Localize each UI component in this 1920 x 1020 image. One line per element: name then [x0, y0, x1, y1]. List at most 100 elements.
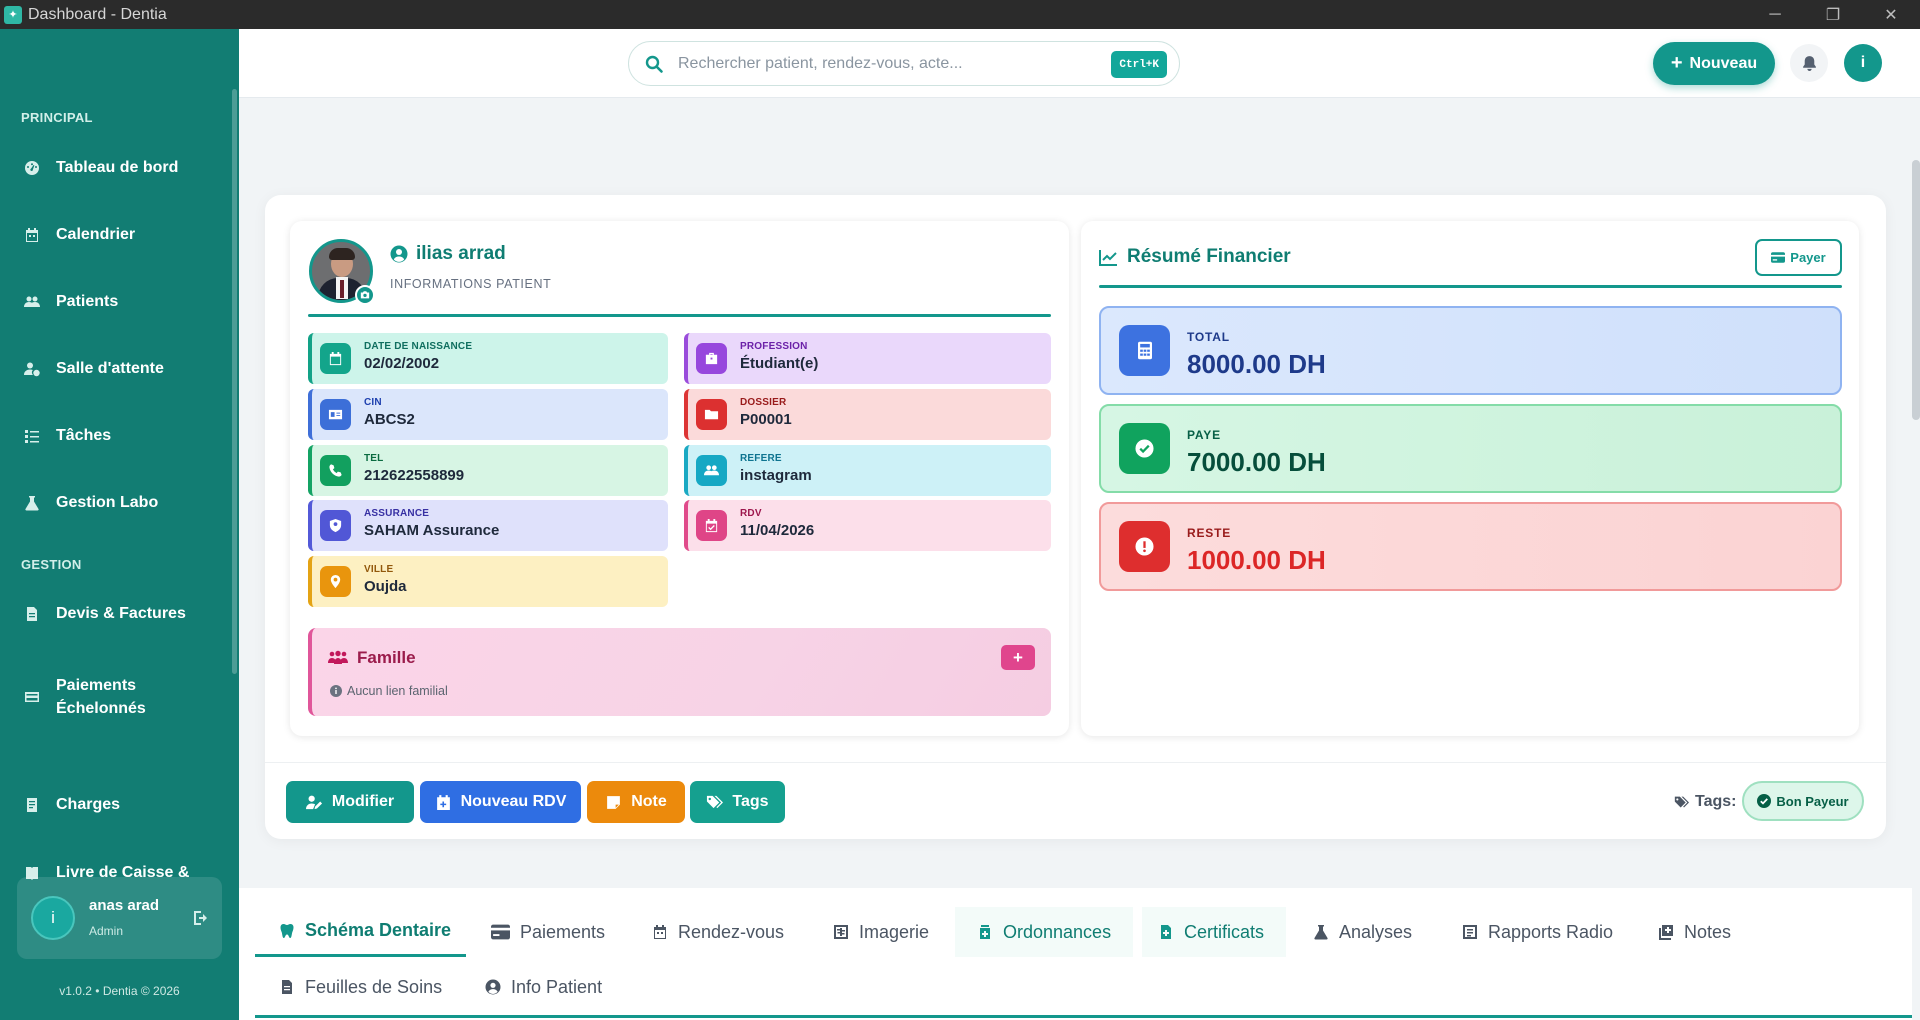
minimize-icon[interactable]: ─ — [1746, 0, 1804, 29]
sidebar-item-label: Tableau de bord — [56, 159, 179, 176]
notifications-button[interactable] — [1790, 44, 1828, 82]
calendar-icon — [22, 225, 42, 245]
money-icon — [1771, 252, 1786, 263]
field-profession: PROFESSION Étudiant(e) — [684, 333, 1051, 384]
new-appointment-button[interactable]: Nouveau RDV — [420, 781, 581, 823]
add-family-button[interactable]: + — [1001, 645, 1035, 670]
field-refere: REFERE instagram — [684, 445, 1051, 496]
pay-button[interactable]: Payer — [1755, 239, 1842, 276]
close-icon[interactable]: ✕ — [1862, 0, 1920, 29]
tab-schema-dentaire[interactable]: Schéma Dentaire — [255, 907, 466, 957]
window-titlebar: ✦ Dashboard - Dentia ─ ❐ ✕ — [0, 0, 1920, 29]
global-search[interactable]: Ctrl+K — [628, 41, 1180, 86]
financial-title: Résumé Financier — [1099, 246, 1291, 268]
tags-icon — [707, 795, 724, 808]
tab-imagerie[interactable]: Imagerie — [833, 907, 929, 957]
card-icon — [22, 687, 42, 707]
search-input[interactable] — [678, 54, 1078, 73]
famille-section: Famille Aucun lien familial + — [308, 628, 1051, 716]
user-role: Admin — [89, 924, 124, 938]
app-tooth-icon: ✦ — [4, 5, 22, 24]
calendar-icon — [654, 925, 666, 939]
sidebar-item-dashboard[interactable]: Tableau de bord — [22, 158, 222, 178]
divider — [308, 314, 1051, 317]
receipt-icon — [22, 795, 42, 815]
total-box: TOTAL 8000.00 DH — [1099, 306, 1842, 395]
tab-certificats[interactable]: Certificats — [1142, 907, 1287, 957]
info-icon — [330, 685, 342, 697]
tabs-underline — [255, 1015, 1912, 1018]
briefcase-icon — [696, 343, 727, 374]
check-circle-icon — [1757, 794, 1772, 808]
sidebar-item-waiting-room[interactable]: Salle d'attente — [22, 359, 222, 379]
financial-summary-card: Résumé Financier Payer TOTAL 8000.00 DH … — [1081, 221, 1859, 736]
sidebar-item-label: Gestion Labo — [56, 494, 159, 511]
dashboard-icon — [22, 158, 42, 178]
sidebar-item-invoices[interactable]: Devis & Factures — [22, 604, 222, 624]
sidebar-item-patients[interactable]: Patients — [22, 292, 222, 312]
section-principal: PRINCIPAL — [21, 110, 93, 125]
flask-icon — [22, 493, 42, 513]
user-circle-icon — [390, 245, 408, 263]
section-gestion: GESTION — [21, 557, 82, 572]
sidebar-item-label: Patients — [56, 293, 119, 310]
content-scrollbar[interactable] — [1912, 160, 1920, 420]
field-dob: DATE DE NAISSANCE 02/02/2002 — [308, 333, 668, 384]
tag-bon-payeur[interactable]: Bon Payeur — [1742, 781, 1864, 821]
tab-analyses[interactable]: Analyses — [1313, 907, 1412, 957]
restore-icon[interactable]: ❐ — [1804, 0, 1862, 29]
calculator-icon — [1119, 325, 1170, 376]
patient-info-card: ilias arrad INFORMATIONS PATIENT DATE DE… — [290, 221, 1069, 736]
tooth-icon — [280, 923, 294, 938]
calendar-check-icon — [696, 510, 727, 541]
phone-icon — [320, 455, 351, 486]
users-icon — [696, 455, 727, 486]
xray-icon — [834, 925, 848, 939]
paid-box: PAYE 7000.00 DH — [1099, 404, 1842, 493]
map-pin-icon — [320, 566, 351, 597]
sidebar-scrollbar[interactable] — [232, 89, 237, 674]
tab-ordonnances[interactable]: Ordonnances — [955, 907, 1134, 957]
field-dossier: DOSSIER P00001 — [684, 389, 1051, 440]
user-name: anas arad — [89, 897, 160, 914]
calendar-icon — [320, 343, 351, 374]
report-icon — [1463, 925, 1477, 939]
sidebar-item-label: Calendrier — [56, 226, 136, 243]
shortcut-badge: Ctrl+K — [1111, 51, 1167, 78]
sidebar-item-label: Tâches — [56, 427, 112, 444]
patient-name: ilias arrad — [390, 243, 506, 265]
tab-rendez-vous[interactable]: Rendez-vous — [652, 907, 784, 957]
topbar: Ctrl+K + Nouveau i — [239, 29, 1920, 98]
sidebar-item-label: Charges — [56, 796, 121, 813]
tab-paiements[interactable]: Paiements — [491, 907, 605, 957]
tags-button[interactable]: Tags — [690, 781, 785, 823]
profile-avatar[interactable]: i — [1844, 44, 1882, 82]
user-card[interactable]: i anas arad Admin — [17, 877, 222, 959]
sidebar-item-label: Paiements Échelonnés — [56, 677, 146, 717]
tab-rapports-radio[interactable]: Rapports Radio — [1462, 907, 1613, 957]
id-card-icon — [320, 399, 351, 430]
divider — [265, 762, 1886, 763]
sidebar-item-label: Devis & Factures — [56, 605, 186, 622]
card-icon — [491, 924, 510, 940]
notes-icon — [1659, 925, 1673, 940]
chart-line-icon — [1099, 249, 1117, 266]
sidebar-item-calendar[interactable]: Calendrier — [22, 225, 222, 245]
logout-icon[interactable] — [192, 909, 210, 927]
sidebar-item-installments[interactable]: Paiements Échelonnés — [22, 674, 222, 720]
tasks-icon — [22, 426, 42, 446]
plus-icon: + — [1670, 52, 1683, 74]
tab-info-patient[interactable]: Info Patient — [485, 962, 602, 1012]
search-icon — [645, 55, 663, 73]
tab-feuilles-de-soins[interactable]: Feuilles de Soins — [279, 962, 442, 1012]
note-button[interactable]: Note — [587, 781, 685, 823]
sidebar-item-label: Salle d'attente — [56, 360, 164, 377]
famille-title: Famille — [328, 648, 416, 668]
camera-icon[interactable] — [355, 285, 375, 305]
new-button[interactable]: + Nouveau — [1653, 42, 1775, 85]
edit-button[interactable]: Modifier — [286, 781, 414, 823]
tab-notes[interactable]: Notes — [1658, 907, 1731, 957]
sidebar-item-tasks[interactable]: Tâches — [22, 426, 222, 446]
sidebar-item-charges[interactable]: Charges — [22, 795, 222, 815]
sidebar-item-lab[interactable]: Gestion Labo — [22, 493, 222, 513]
